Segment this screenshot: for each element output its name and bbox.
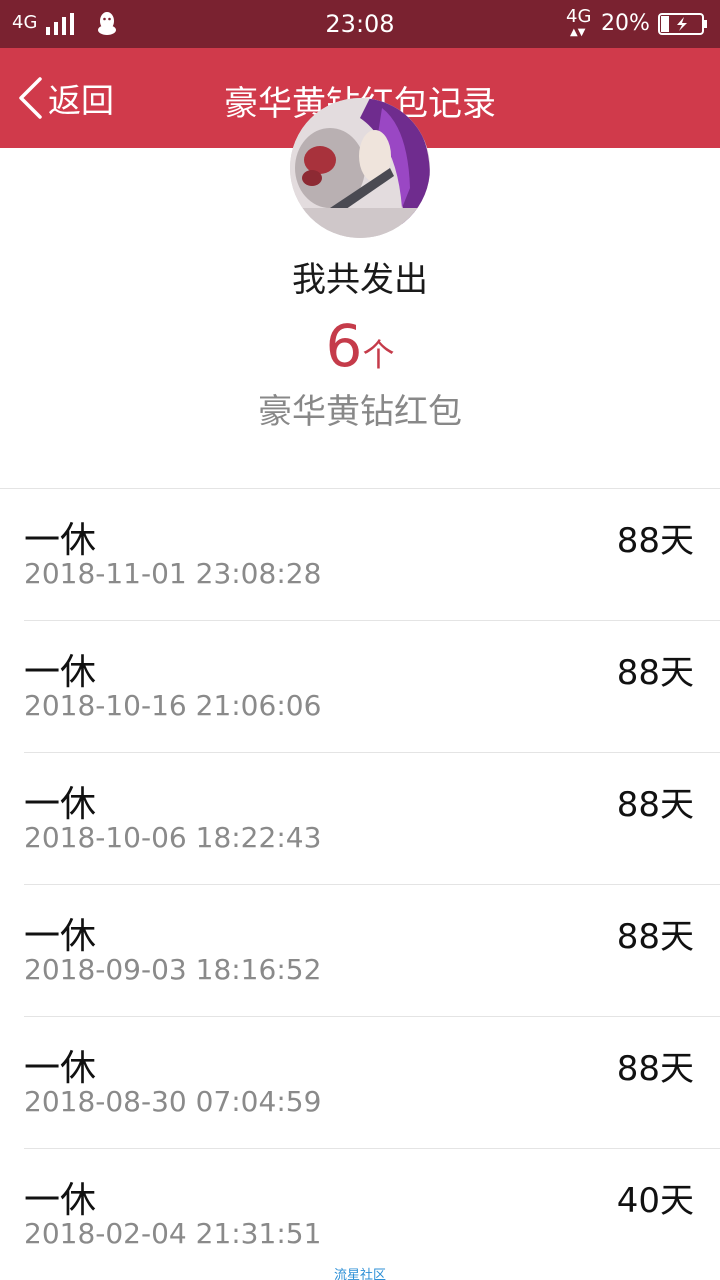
summary-label: 我共发出 xyxy=(292,260,428,300)
count-number: 6 xyxy=(325,312,363,380)
record-amount: 88天 xyxy=(616,917,694,957)
status-bar: 4G 23:08 4G ▲▼ 20% xyxy=(0,0,720,48)
red-packet-count: 6个 xyxy=(0,312,720,380)
list-item[interactable]: 一休 2018-08-30 07:04:59 88天 xyxy=(0,1017,720,1149)
recipient-name: 一休 xyxy=(24,784,97,825)
record-time: 2018-10-06 18:22:43 xyxy=(24,821,322,854)
record-time: 2018-09-03 18:16:52 xyxy=(24,953,322,986)
record-amount: 88天 xyxy=(616,785,694,825)
network-type-label: 4G xyxy=(566,6,592,27)
count-unit: 个 xyxy=(362,336,395,374)
list-item[interactable]: 一休 2018-02-04 21:31:51 40天 xyxy=(0,1149,720,1280)
list-item[interactable]: 一休 2018-10-06 18:22:43 88天 xyxy=(0,753,720,885)
record-amount: 88天 xyxy=(616,521,694,561)
battery-percent: 20% xyxy=(601,11,650,36)
record-time: 2018-11-01 23:08:28 xyxy=(24,557,322,590)
avatar-image xyxy=(290,98,430,238)
red-packet-type-label: 豪华黄钻红包 xyxy=(258,392,462,432)
record-amount: 88天 xyxy=(616,1049,694,1089)
list-item[interactable]: 一休 2018-09-03 18:16:52 88天 xyxy=(0,885,720,1017)
record-time: 2018-10-16 21:06:06 xyxy=(24,689,322,722)
recipient-name: 一休 xyxy=(24,916,97,957)
recipient-name: 一休 xyxy=(24,520,97,561)
avatar[interactable] xyxy=(290,98,430,238)
list-item[interactable]: 一休 2018-10-16 21:06:06 88天 xyxy=(0,621,720,753)
list-item[interactable]: 一休 2018-11-01 23:08:28 88天 xyxy=(0,489,720,621)
record-list: 一休 2018-11-01 23:08:28 88天 一休 2018-10-16… xyxy=(0,489,720,1280)
recipient-name: 一休 xyxy=(24,1048,97,1089)
watermark: 流星社区 xyxy=(333,1268,386,1280)
recipient-name: 一休 xyxy=(24,652,97,693)
battery-charging-icon xyxy=(658,13,707,35)
record-time: 2018-08-30 07:04:59 xyxy=(24,1085,322,1118)
network-activity-icon: ▲▼ xyxy=(570,27,586,38)
record-amount: 88天 xyxy=(616,653,694,693)
recipient-name: 一休 xyxy=(24,1180,97,1221)
record-amount: 40天 xyxy=(616,1181,694,1221)
record-time: 2018-02-04 21:31:51 xyxy=(24,1217,322,1250)
